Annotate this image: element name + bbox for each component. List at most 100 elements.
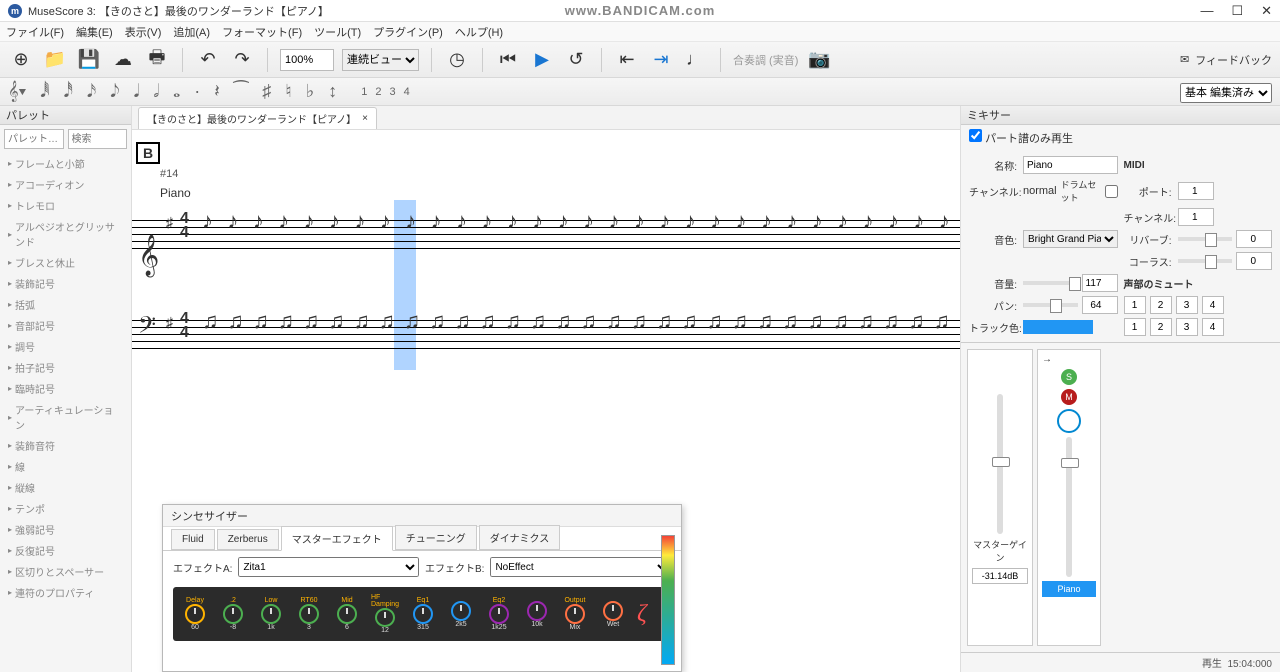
voice-1[interactable]: 1	[361, 86, 367, 98]
note[interactable]: ♫	[908, 310, 925, 360]
workspace-select[interactable]: 基本 編集済み	[1180, 83, 1272, 103]
feedback-label[interactable]: フィードバック	[1195, 52, 1272, 68]
palette-item[interactable]: テンポ	[0, 498, 131, 519]
palette-item[interactable]: アルペジオとグリッサンド	[0, 216, 131, 252]
voice-mute-button[interactable]: 3	[1176, 296, 1198, 314]
effect-knob[interactable]: RT603	[295, 594, 323, 634]
note[interactable]: ♪	[939, 210, 950, 260]
palette-item[interactable]: 調号	[0, 336, 131, 357]
note[interactable]: ♪	[863, 210, 874, 260]
note[interactable]: ♪	[227, 210, 238, 260]
menu-tools[interactable]: ツール(T)	[314, 24, 361, 40]
voice-mute-button[interactable]: 4	[1202, 296, 1224, 314]
note[interactable]: ♪	[812, 210, 823, 260]
master-gain-input[interactable]	[972, 568, 1028, 584]
pan-dial[interactable]	[1057, 409, 1081, 433]
synth-tab[interactable]: チューニング	[395, 525, 477, 550]
cloud-icon[interactable]: ☁	[110, 47, 136, 73]
open-file-icon[interactable]: 📁	[42, 47, 68, 73]
note[interactable]: ♪	[253, 210, 264, 260]
palette-search-input[interactable]	[68, 129, 128, 149]
effect-knob[interactable]: OutputMix	[561, 594, 589, 634]
note[interactable]: ♫	[706, 310, 723, 360]
synth-tab[interactable]: Zerberus	[217, 529, 279, 550]
loop-in-icon[interactable]: ⇤	[614, 47, 640, 73]
note[interactable]: ♫	[782, 310, 799, 360]
note[interactable]: ♫	[933, 310, 950, 360]
palette-item[interactable]: アコーディオン	[0, 174, 131, 195]
palette-item[interactable]: 装飾記号	[0, 273, 131, 294]
note[interactable]: ♪	[380, 210, 391, 260]
reverb-slider[interactable]	[1178, 237, 1233, 241]
port-input[interactable]	[1178, 182, 1214, 200]
note[interactable]: ♫	[252, 310, 269, 360]
note[interactable]: ♪	[481, 210, 492, 260]
pan-slider[interactable]	[1023, 303, 1078, 307]
voice-mute-button[interactable]: 3	[1176, 318, 1198, 336]
score-canvas[interactable]: B #14 Piano 𝄞 ♯ 44 ♪♪♪♪♪♪♪♪♪♪♪♪♪♪♪♪♪♪♪♪♪…	[132, 130, 960, 672]
effect-knob[interactable]: 10k	[523, 594, 551, 634]
note[interactable]: ♪	[837, 210, 848, 260]
note[interactable]: ♪	[329, 210, 340, 260]
mute-button[interactable]: M	[1061, 389, 1077, 405]
effect-knob[interactable]: Delay60	[181, 594, 209, 634]
play-icon[interactable]: ▶	[529, 47, 555, 73]
palette-item[interactable]: 線	[0, 456, 131, 477]
rest-icon[interactable]: 𝄽	[214, 81, 220, 102]
note[interactable]: ♪	[609, 210, 620, 260]
chorus-input[interactable]	[1236, 252, 1272, 270]
note[interactable]: ♪	[558, 210, 569, 260]
note[interactable]: ♪	[634, 210, 645, 260]
menu-edit[interactable]: 編集(E)	[76, 24, 113, 40]
chorus-slider[interactable]	[1178, 259, 1233, 263]
note[interactable]: ♫	[505, 310, 522, 360]
note[interactable]: ♫	[479, 310, 496, 360]
note[interactable]: ♫	[732, 310, 749, 360]
menu-help[interactable]: ヘルプ(H)	[455, 24, 503, 40]
note[interactable]: ♫	[807, 310, 824, 360]
fxA-select[interactable]: Zita1	[238, 557, 419, 577]
note[interactable]: ♪	[761, 210, 772, 260]
duration-1-icon[interactable]: 𝅝	[173, 81, 180, 102]
save-icon[interactable]: 💾	[76, 47, 102, 73]
tie-icon[interactable]: ⁀	[234, 81, 248, 102]
master-fader[interactable]: .strip:nth-child(1) .fader::after{top:45…	[997, 394, 1003, 534]
volume-input[interactable]	[1082, 274, 1118, 292]
close-button[interactable]: ✕	[1261, 3, 1272, 19]
note[interactable]: ♫	[328, 310, 345, 360]
note[interactable]: ♪	[431, 210, 442, 260]
minimize-button[interactable]: —	[1200, 3, 1213, 19]
loop-icon[interactable]: ↺	[563, 47, 589, 73]
voice-mute-button[interactable]: 2	[1150, 296, 1172, 314]
concert-pitch-label[interactable]: 合奏調 (実音)	[733, 52, 798, 68]
palette-item[interactable]: 音部記号	[0, 315, 131, 336]
pan-input[interactable]	[1082, 296, 1118, 314]
expand-icon[interactable]: →	[1042, 354, 1052, 365]
loop-out-icon[interactable]: ⇥	[648, 47, 674, 73]
reverb-input[interactable]	[1236, 230, 1272, 248]
effect-knob[interactable]: Low1k	[257, 594, 285, 634]
solo-button[interactable]: S	[1061, 369, 1077, 385]
note[interactable]: ♪	[583, 210, 594, 260]
track-color-swatch[interactable]	[1023, 320, 1093, 334]
note[interactable]: ♫	[227, 310, 244, 360]
note[interactable]: ♫	[656, 310, 673, 360]
effect-knob[interactable]: .2-8	[219, 594, 247, 634]
effect-knob[interactable]: Eq1315	[409, 594, 437, 634]
palette-item[interactable]: 反復記号	[0, 540, 131, 561]
duration-64-icon[interactable]: 𝅘𝅥𝅱	[40, 81, 49, 102]
name-input[interactable]	[1023, 156, 1118, 174]
note[interactable]: ♫	[555, 310, 572, 360]
tab-close-icon[interactable]: ×	[362, 113, 368, 124]
note[interactable]: ♪	[405, 210, 416, 260]
note[interactable]: ♪	[532, 210, 543, 260]
natural-icon[interactable]: ♮	[285, 81, 291, 102]
note-input-icon[interactable]: 𝄞▾	[8, 81, 26, 102]
menu-plugin[interactable]: プラグイン(P)	[373, 24, 443, 40]
note[interactable]: ♫	[606, 310, 623, 360]
palette-filter-input[interactable]	[4, 129, 64, 149]
note[interactable]: ♪	[507, 210, 518, 260]
duration-4-icon[interactable]: 𝅘𝅥	[134, 81, 140, 102]
effect-knob[interactable]: Mid6	[333, 594, 361, 634]
voice-2[interactable]: 2	[375, 86, 381, 98]
